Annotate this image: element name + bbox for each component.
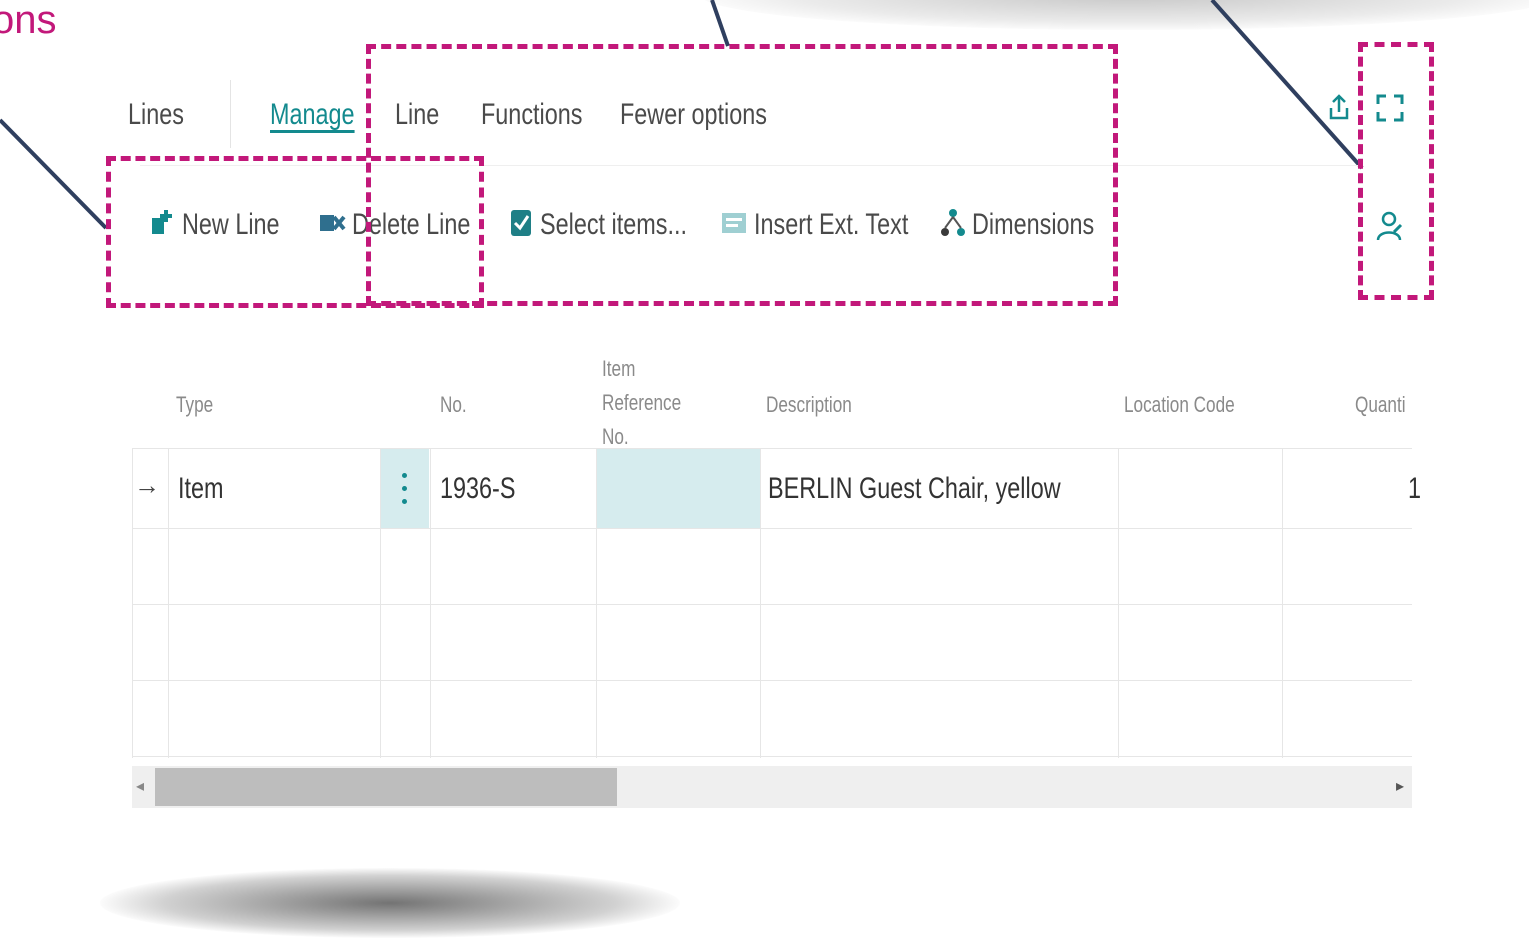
scrollbar-thumb[interactable] xyxy=(155,768,617,806)
row-divider xyxy=(132,448,1412,449)
bottom-shadow xyxy=(100,868,680,938)
cell-type[interactable]: Item xyxy=(178,472,224,506)
current-row-arrow-icon: → xyxy=(134,470,160,500)
tab-lines[interactable]: Lines xyxy=(128,98,184,132)
row-menu-button[interactable] xyxy=(381,449,429,528)
column-header-quantity[interactable]: Quanti xyxy=(1355,388,1406,422)
top-shadow xyxy=(700,0,1529,30)
scroll-left-arrow-icon[interactable]: ◂ xyxy=(136,776,144,796)
ellipsis-dot-icon xyxy=(402,486,407,491)
table-row[interactable] xyxy=(132,529,1412,604)
table-row[interactable] xyxy=(132,681,1412,756)
share-icon[interactable] xyxy=(1326,92,1352,128)
column-header-no[interactable]: No. xyxy=(440,388,467,422)
column-header-item-reference-no[interactable]: Item Reference No. xyxy=(602,352,711,454)
callout-label: ons xyxy=(0,0,57,42)
ellipsis-dot-icon xyxy=(402,473,407,478)
column-header-description[interactable]: Description xyxy=(766,388,852,422)
cell-item-reference-no[interactable] xyxy=(597,449,760,528)
tab-manage[interactable]: Manage xyxy=(270,98,355,132)
table-row[interactable] xyxy=(132,605,1412,680)
row-divider xyxy=(132,756,1412,757)
ellipsis-dot-icon xyxy=(402,499,407,504)
tool-icons-highlight-box xyxy=(1358,42,1434,300)
cell-no[interactable]: 1936-S xyxy=(440,472,515,506)
scroll-right-arrow-icon[interactable]: ▸ xyxy=(1396,776,1404,796)
cell-description[interactable]: BERLIN Guest Chair, yellow xyxy=(768,472,1061,506)
tab-divider xyxy=(230,80,231,148)
manage-actions-highlight-box xyxy=(106,156,484,308)
column-header-location-code[interactable]: Location Code xyxy=(1124,388,1235,422)
column-header-type[interactable]: Type xyxy=(176,388,213,422)
cell-quantity[interactable]: 1 xyxy=(1408,472,1421,506)
